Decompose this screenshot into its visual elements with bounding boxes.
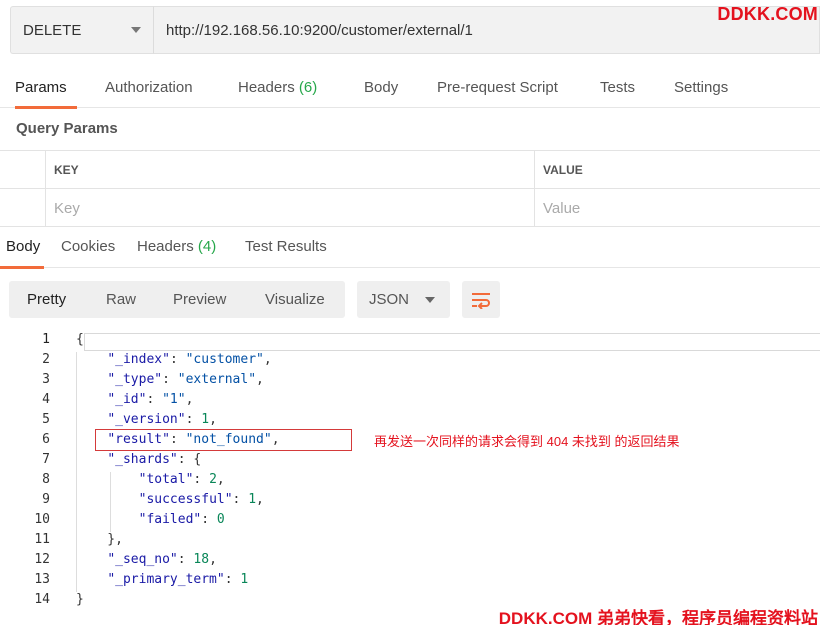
tab-test-results[interactable]: Test Results [245,228,327,268]
tab-authorization[interactable]: Authorization [105,68,193,108]
line-number: 3 [42,372,50,387]
response-tabs: Body Cookies Headers (4) Test Results [0,228,820,269]
tab-response-body[interactable]: Body [0,228,45,269]
code-line: 7 "_shards": { [0,450,820,470]
response-code[interactable]: 1{2 "_index": "customer", 3 "_type": "ext… [0,330,820,612]
watermark-top: DDKK.COM [717,4,818,24]
wrap-lines-button[interactable] [462,281,500,318]
line-number: 10 [34,512,50,527]
code-text: "total": 2, [138,472,225,487]
tab-response-body-label: Body [6,238,41,255]
code-text: { [76,332,84,347]
tab-headers[interactable]: Headers (6) [238,68,317,108]
row-checkbox[interactable] [0,189,46,227]
code-text: "successful": 1, [138,492,264,507]
chevron-down-icon [131,27,141,33]
code-text: "_type": "external", [107,372,264,387]
line-number: 6 [42,432,50,447]
code-text: "failed": 0 [138,512,225,527]
code-line: 9 "successful": 1, [0,490,820,510]
view-mode-group: Pretty Raw Preview Visualize [9,281,345,318]
value-input[interactable]: Value [535,189,820,227]
code-line: 8 "total": 2, [0,470,820,490]
tab-settings[interactable]: Settings [674,68,728,108]
tab-test-results-label: Test Results [245,238,327,255]
chevron-down-icon [425,297,435,303]
request-tabs: Params Authorization Headers (6) Body Pr… [0,68,820,109]
code-text: "_primary_term": 1 [107,572,249,587]
watermark-bottom: DDKK.COM 弟弟快看，程序员编程资料站 [498,609,818,625]
code-line: 4 "_id": "1", [0,390,820,410]
tab-params[interactable]: Params [15,68,77,109]
method-label: DELETE [23,21,82,39]
code-text: "_version": 1, [107,412,217,427]
tab-body[interactable]: Body [364,68,398,108]
line-number: 9 [42,492,50,507]
query-params-title: Query Params [16,120,118,137]
line-number: 5 [42,412,50,427]
code-text: "_seq_no": 18, [107,552,217,567]
code-line: 12 "_seq_no": 18, [0,550,820,570]
annotation-text: 再发送一次同样的请求会得到 404 未找到 的返回结果 [374,434,680,449]
code-text: }, [76,532,123,547]
tab-headers-label: Headers [238,79,295,96]
value-column-header: VALUE [543,163,583,177]
pretty-button[interactable]: Pretty [27,281,66,318]
tab-authorization-label: Authorization [105,79,193,96]
code-text: "_index": "customer", [107,352,272,367]
code-text: "_id": "1", [107,392,194,407]
line-number: 7 [42,452,50,467]
preview-button[interactable]: Preview [173,281,226,318]
code-text: "_shards": { [107,452,202,467]
tab-settings-label: Settings [674,79,729,96]
tab-headers-count: (6) [298,79,318,96]
tab-body-label: Body [364,79,399,96]
code-line: 11 }, [0,530,820,550]
code-line: 1{ [0,330,820,350]
code-line: 2 "_index": "customer", [0,350,820,370]
url-text: http://192.168.56.10:9200/customer/exter… [166,21,473,39]
key-column-header: KEY [46,151,535,189]
tab-response-headers[interactable]: Headers (4) [137,228,216,268]
line-number: 1 [42,332,50,347]
tab-cookies-label: Cookies [61,238,116,255]
line-number: 12 [34,552,50,567]
line-number: 4 [42,392,50,407]
raw-button[interactable]: Raw [106,281,136,318]
code-line: 3 "_type": "external", [0,370,820,390]
line-number: 14 [34,592,50,607]
tab-cookies[interactable]: Cookies [61,228,115,268]
code-line: 10 "failed": 0 [0,510,820,530]
line-number: 13 [34,572,50,587]
code-line: 13 "_primary_term": 1 [0,570,820,590]
line-number: 2 [42,352,50,367]
wrap-lines-icon [472,292,490,309]
tab-prerequest-label: Pre-request Script [437,79,558,96]
checkbox-column [0,151,46,189]
format-label: JSON [369,291,410,308]
tab-response-headers-label: Headers [137,238,194,255]
tab-params-label: Params [15,79,67,96]
format-select[interactable]: JSON [357,281,450,318]
code-text: } [76,592,84,607]
annotation-box [95,429,352,451]
code-line: 5 "_version": 1, [0,410,820,430]
key-input[interactable]: Key [46,189,535,227]
tab-prerequest-script[interactable]: Pre-request Script [437,68,558,108]
table-row: Key Value [0,189,820,227]
method-select[interactable]: DELETE [10,6,153,54]
query-params-table: KEY VALUE Key Value [0,150,820,227]
table-header-row: KEY VALUE [0,151,820,189]
visualize-button[interactable]: Visualize [265,281,325,318]
tab-tests-label: Tests [600,79,636,96]
line-number: 8 [42,472,50,487]
tab-response-headers-count: (4) [197,238,217,255]
request-bar: DELETE http://192.168.56.10:9200/custome… [10,6,820,54]
line-number: 11 [34,532,50,547]
tab-tests[interactable]: Tests [600,68,635,108]
